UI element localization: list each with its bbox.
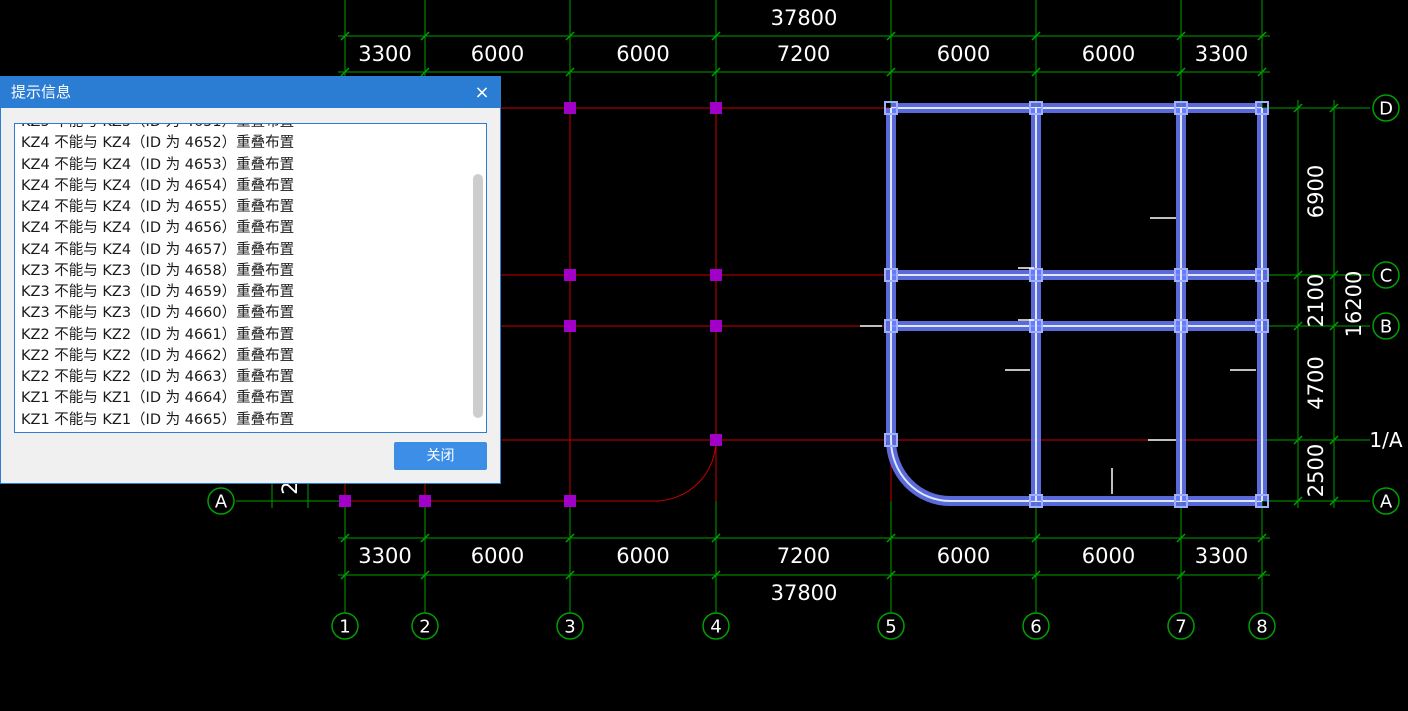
message-item: KZ5 不能与 KZ5（ID 为 4651）重叠布置 xyxy=(21,124,294,133)
message-item: KZ1 不能与 KZ1（ID 为 4664）重叠布置 xyxy=(21,390,295,407)
row-axis-bubble-right: B xyxy=(1380,317,1392,338)
close-icon[interactable]: × xyxy=(472,77,492,108)
top-span-dimension: 6000 xyxy=(937,42,990,66)
column-axis-bubble: 4 xyxy=(710,617,721,638)
column-kz xyxy=(710,320,722,332)
column-kz xyxy=(419,495,431,507)
message-item: KZ4 不能与 KZ4（ID 为 4654）重叠布置 xyxy=(21,177,295,194)
message-item: KZ2 不能与 KZ2（ID 为 4661）重叠布置 xyxy=(21,326,295,343)
message-list: KZ5 不能与 KZ5（ID 为 4651）重叠布置 KZ4 不能与 KZ4（ID… xyxy=(21,124,295,431)
message-scrollbar[interactable] xyxy=(473,126,483,430)
row-axis-label-right: 1/A xyxy=(1369,428,1402,452)
column-axis-bubble: 3 xyxy=(564,617,575,638)
grid-arc xyxy=(654,439,717,502)
column-kz xyxy=(564,102,576,114)
top-total-dimension: 37800 xyxy=(771,6,838,30)
column-kz xyxy=(710,102,722,114)
right-span-dimension: 2100 xyxy=(1304,274,1328,327)
message-item: KZ2 不能与 KZ2（ID 为 4663）重叠布置 xyxy=(21,369,295,385)
message-item: KZ3 不能与 KZ3（ID 为 4659）重叠布置 xyxy=(21,284,295,300)
message-item: KZ3 不能与 KZ3（ID 为 4658）重叠布置 xyxy=(21,262,295,279)
message-item: KZ4 不能与 KZ4（ID 为 4657）重叠布置 xyxy=(21,241,295,258)
bottom-span-dimension: 7200 xyxy=(777,544,830,568)
top-span-dimension: 3300 xyxy=(1195,42,1248,66)
column-kz xyxy=(339,495,351,507)
message-item: KZ3 不能与 KZ3（ID 为 4660）重叠布置 xyxy=(21,305,295,322)
right-span-dimension: 4700 xyxy=(1304,356,1328,409)
bottom-span-dimension: 3300 xyxy=(1195,544,1248,568)
bottom-span-dimension: 6000 xyxy=(937,544,990,568)
scrollbar-thumb[interactable] xyxy=(473,174,483,418)
column-axis-bubble: 8 xyxy=(1256,617,1267,638)
prompt-dialog: 提示信息 × KZ5 不能与 KZ5（ID 为 4651）重叠布置 KZ4 不能与… xyxy=(0,76,501,484)
message-item: KZ2 不能与 KZ2（ID 为 4662）重叠布置 xyxy=(21,347,295,364)
row-axis-bubble-left: A xyxy=(215,492,228,513)
top-span-dimension: 6000 xyxy=(616,42,669,66)
bottom-total-dimension: 37800 xyxy=(771,581,838,605)
row-axis-bubble-right: A xyxy=(1380,492,1393,513)
dialog-title: 提示信息 xyxy=(11,83,72,101)
right-span-dimension: 6900 xyxy=(1304,165,1328,218)
message-item: KZ4 不能与 KZ4（ID 为 4655）重叠布置 xyxy=(21,199,295,215)
bottom-span-dimension: 6000 xyxy=(471,544,524,568)
row-axis-bubble-right: C xyxy=(1380,266,1393,287)
message-item: KZ1 不能与 KZ1（ID 为 4665）重叠布置 xyxy=(21,411,295,428)
column-kz xyxy=(564,320,576,332)
column-axis-bubble: 6 xyxy=(1030,617,1041,638)
bottom-span-dimension: 6000 xyxy=(1082,544,1135,568)
bottom-span-dimension: 3300 xyxy=(358,544,411,568)
column-kz xyxy=(710,434,722,446)
column-axis-bubble: 5 xyxy=(885,617,896,638)
close-button[interactable]: 关闭 xyxy=(394,442,487,470)
message-item: KZ4 不能与 KZ4（ID 为 4652）重叠布置 xyxy=(21,135,295,152)
top-span-dimension: 7200 xyxy=(777,42,830,66)
column-kz xyxy=(710,269,722,281)
column-kz xyxy=(564,269,576,281)
column-axis-bubble: 7 xyxy=(1175,617,1186,638)
message-item: KZ4 不能与 KZ4（ID 为 4653）重叠布置 xyxy=(21,156,295,173)
right-span-dimension: 2500 xyxy=(1304,444,1328,497)
top-span-dimension: 6000 xyxy=(471,42,524,66)
right-total-dimension: 16200 xyxy=(1342,271,1366,338)
top-span-dimension: 6000 xyxy=(1082,42,1135,66)
beam-curved-centerline xyxy=(890,439,951,502)
message-item: KZ4 不能与 KZ4（ID 为 4656）重叠布置 xyxy=(21,220,295,237)
message-list-box[interactable]: KZ5 不能与 KZ5（ID 为 4651）重叠布置 KZ4 不能与 KZ4（ID… xyxy=(14,123,487,433)
column-axis-bubble: 1 xyxy=(339,617,350,638)
row-axis-bubble-right: D xyxy=(1379,99,1393,120)
column-kz xyxy=(564,495,576,507)
top-span-dimension: 3300 xyxy=(358,42,411,66)
column-axis-bubble: 2 xyxy=(419,617,430,638)
bottom-span-dimension: 6000 xyxy=(616,544,669,568)
dialog-title-bar[interactable]: 提示信息 × xyxy=(1,77,500,108)
